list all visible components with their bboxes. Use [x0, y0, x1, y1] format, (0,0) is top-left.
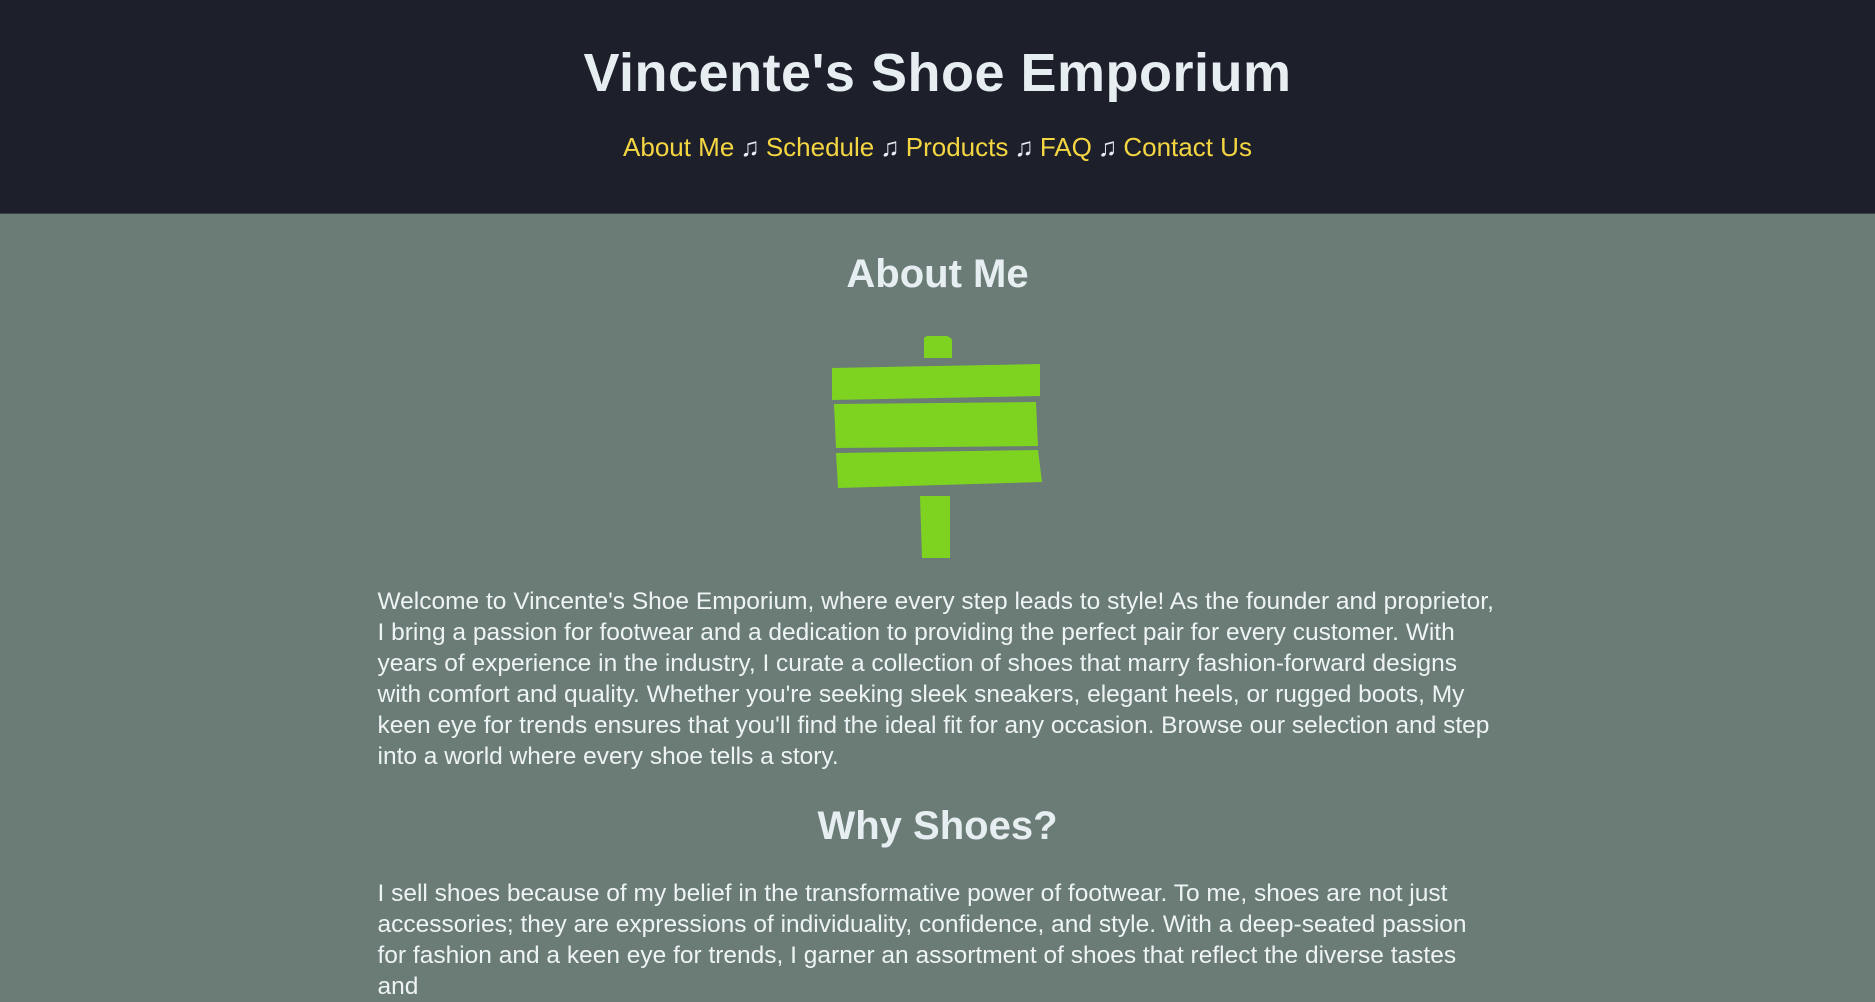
signpost-icon — [831, 336, 1042, 558]
nav-about-me[interactable]: About Me — [623, 132, 734, 162]
why-shoes-heading: Why Shoes? — [817, 804, 1058, 848]
main-nav: About Me ♫ Schedule ♫ Products ♫ FAQ ♫ Contact U… — [0, 130, 1875, 164]
site-title: Vincente's Shoe Emporium — [583, 43, 1292, 103]
why-shoes-paragraph: I sell shoes because of my belief in the… — [377, 880, 1467, 1000]
main-content: About Me Welcome to Vincente's Shoe Empo… — [378, 250, 1498, 1002]
music-note-separator: ♫ — [880, 132, 900, 162]
site-header: Vincente's Shoe Emporium About Me ♫ Schedu… — [0, 0, 1875, 214]
nav-faq[interactable]: FAQ — [1040, 132, 1092, 162]
nav-products[interactable]: Products — [906, 132, 1009, 162]
about-heading: About Me — [846, 252, 1029, 296]
music-note-separator: ♫ — [1097, 132, 1118, 162]
nav-contact-us[interactable]: Contact Us — [1123, 132, 1252, 162]
music-note-separator: ♫ — [1014, 132, 1034, 162]
signpost-image — [378, 336, 1498, 576]
music-note-separator: ♫ — [740, 132, 760, 162]
nav-schedule[interactable]: Schedule — [766, 132, 874, 162]
about-paragraph: Welcome to Vincente's Shoe Emporium, whe… — [377, 588, 1494, 770]
